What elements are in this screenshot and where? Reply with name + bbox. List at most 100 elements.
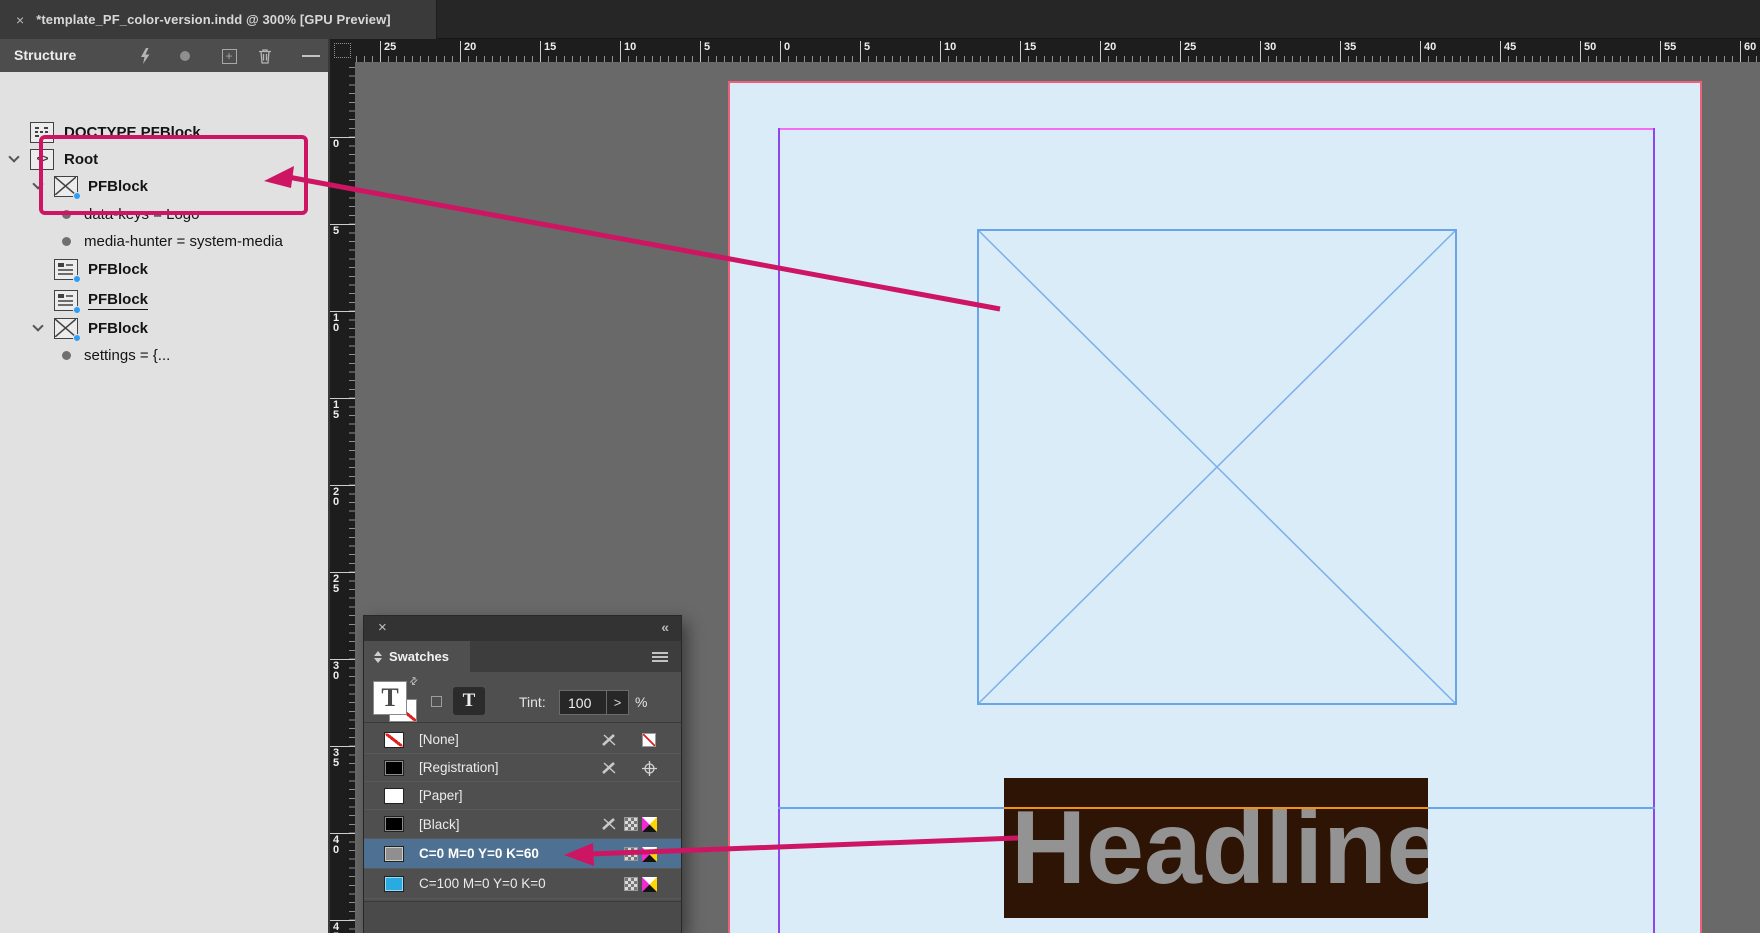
- ruler-label: 20: [460, 41, 476, 62]
- pencil-slash-icon: [601, 733, 617, 747]
- text-frame-icon: [54, 290, 78, 311]
- ruler-label: 0: [780, 41, 790, 62]
- process-color-icon: [624, 817, 638, 831]
- ruler-label: 5: [330, 224, 355, 236]
- ruler-label: 50: [1580, 41, 1596, 62]
- swatches-title-bar[interactable]: × «: [364, 616, 681, 641]
- swatches-panel: × « Swatches T ⇄ T Tint: 100 > % [None]: [363, 615, 682, 933]
- cmyk-icon: [642, 847, 658, 861]
- swap-fill-stroke-icon[interactable]: ⇄: [407, 675, 421, 689]
- ruler-label: 20: [1100, 41, 1116, 62]
- text-frame-icon: [54, 259, 78, 280]
- process-color-icon: [624, 877, 638, 891]
- paper-swatch-chip: [384, 788, 404, 804]
- ruler-label: 40: [1420, 41, 1436, 62]
- registration-icon: [642, 761, 658, 775]
- tint-unit: %: [635, 694, 647, 710]
- structure-row-pfblock-image2[interactable]: PFBlock: [0, 315, 328, 341]
- cmyk-icon: [642, 817, 658, 831]
- swatch-row-paper[interactable]: [Paper]: [364, 782, 681, 810]
- panel-cycle-icon[interactable]: [374, 651, 382, 663]
- collapse-panel-icon[interactable]: «: [661, 619, 669, 635]
- headline-text-frame[interactable]: Headline: [1004, 778, 1428, 918]
- chevron-down-icon[interactable]: [8, 151, 19, 162]
- structure-row-pfblock-text1[interactable]: PFBlock: [0, 256, 328, 282]
- attached-indicator-dot: [73, 334, 81, 342]
- cyan-swatch-chip: [384, 876, 404, 892]
- ruler-label: 25: [380, 41, 396, 62]
- chevron-down-icon[interactable]: [32, 320, 43, 331]
- ruler-label: 1 5: [330, 398, 355, 420]
- ruler-label: 4 5: [330, 920, 355, 933]
- attribute-bullet: [62, 351, 71, 360]
- structure-attr-settings[interactable]: settings = {...: [0, 342, 328, 368]
- headline-text: Headline: [1011, 778, 1428, 918]
- registration-swatch-chip: [384, 760, 404, 776]
- ruler-label: 5: [860, 41, 870, 62]
- tab-swatches[interactable]: Swatches: [364, 641, 470, 672]
- tint-dropdown-icon[interactable]: >: [607, 690, 629, 715]
- cmyk-icon: [642, 877, 658, 891]
- swatch-row-registration[interactable]: [Registration]: [364, 754, 681, 782]
- text-frame-edge-right: [1428, 807, 1655, 809]
- ruler-origin-widget[interactable]: [330, 39, 355, 62]
- delete-element-icon[interactable]: [256, 47, 274, 65]
- swatch-row-k60[interactable]: C=0 M=0 Y=0 K=60: [364, 839, 681, 869]
- ruler-label: 4 0: [330, 833, 355, 855]
- pencil-slash-icon: [601, 817, 617, 831]
- process-color-icon: [624, 847, 638, 861]
- swatch-row-none[interactable]: [None]: [364, 726, 681, 754]
- attribute-label: settings = {...: [84, 347, 170, 364]
- column-guide-right: [1653, 128, 1655, 933]
- image-placeholder-frame[interactable]: [977, 229, 1457, 705]
- tab-close-icon[interactable]: ×: [16, 12, 24, 28]
- swatches-toolbar: T ⇄ T Tint: 100 > %: [364, 672, 681, 723]
- document-tab[interactable]: × *template_PF_color-version.indd @ 300%…: [0, 0, 437, 39]
- fill-proxy-icon[interactable]: T: [373, 681, 407, 715]
- structure-row-label: PFBlock: [88, 320, 148, 337]
- structure-row-label: PFBlock: [88, 261, 148, 278]
- validate-structure-icon[interactable]: [136, 47, 154, 65]
- tint-value-input[interactable]: 100: [559, 690, 607, 715]
- none-swatch-icon: [642, 733, 656, 747]
- text-frame-edge-left: [778, 807, 1004, 809]
- vertical-ruler[interactable]: 051 01 52 02 53 03 54 04 5: [330, 62, 355, 933]
- document-tab-bar: × *template_PF_color-version.indd @ 300%…: [0, 0, 1760, 39]
- structure-panel-header: Structure +: [0, 39, 328, 72]
- structure-attr-media-hunter[interactable]: media-hunter = system-media: [0, 228, 328, 254]
- indesign-window: × *template_PF_color-version.indd @ 300%…: [0, 0, 1760, 933]
- ruler-label: 15: [540, 41, 556, 62]
- swatch-row-c100[interactable]: C=100 M=0 Y=0 K=0: [364, 869, 681, 899]
- formatting-affects-text-button[interactable]: T: [453, 687, 485, 715]
- panel-close-icon[interactable]: ×: [378, 619, 387, 637]
- attribute-bullet: [62, 237, 71, 246]
- structure-panel-menu-icon[interactable]: [302, 47, 320, 65]
- tint-label: Tint:: [519, 694, 546, 710]
- add-element-icon[interactable]: +: [220, 47, 238, 65]
- image-frame-icon: [54, 318, 78, 339]
- attached-indicator-dot: [73, 275, 81, 283]
- none-swatch-chip: [384, 732, 404, 748]
- ruler-label: 15: [1020, 41, 1036, 62]
- ruler-label: 10: [620, 41, 636, 62]
- ruler-label: 3 0: [330, 659, 355, 681]
- ruler-label: 60: [1740, 41, 1756, 62]
- ruler-label: 30: [1260, 41, 1276, 62]
- structure-row-label: PFBlock: [88, 291, 148, 310]
- swatch-list: [None] [Registration] [Paper]: [364, 723, 681, 901]
- formatting-affects-container-icon[interactable]: [431, 696, 442, 707]
- structure-row-pfblock-text2[interactable]: PFBlock: [0, 287, 328, 313]
- attribute-label: media-hunter = system-media: [84, 233, 283, 250]
- ruler-label: 25: [1180, 41, 1196, 62]
- record-icon[interactable]: [176, 47, 194, 65]
- swatch-row-black[interactable]: [Black]: [364, 810, 681, 839]
- swatches-tab-label: Swatches: [389, 649, 449, 664]
- horizontal-ruler[interactable]: 252015105051015202530354045505560: [355, 39, 1760, 62]
- swatches-panel-menu-icon[interactable]: [652, 650, 668, 664]
- document-title: *template_PF_color-version.indd @ 300% […: [36, 12, 391, 27]
- baseline-rule-orange: [1004, 807, 1428, 809]
- ruler-label: 35: [1340, 41, 1356, 62]
- ruler-label: 5: [700, 41, 710, 62]
- margin-guide-top: [778, 128, 1655, 130]
- attached-indicator-dot: [73, 306, 81, 314]
